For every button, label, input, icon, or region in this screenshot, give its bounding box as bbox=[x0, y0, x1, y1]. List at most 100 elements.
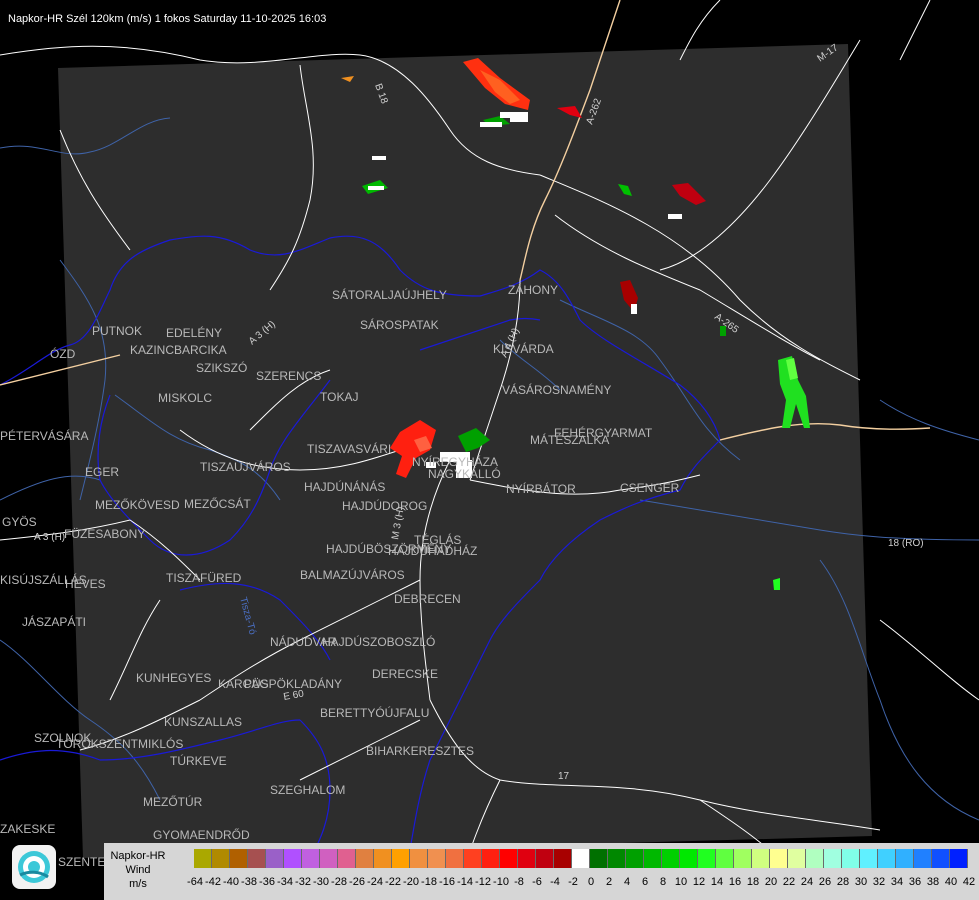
legend-swatch bbox=[500, 849, 518, 868]
legend-tick-label: -42 bbox=[205, 876, 221, 888]
legend-swatch bbox=[770, 849, 788, 868]
legend-title-line2: Wind bbox=[125, 864, 151, 876]
legend-swatch bbox=[536, 849, 554, 868]
road-label: 18 (RO) bbox=[888, 538, 924, 549]
city-label: HAJDÚDOROG bbox=[342, 498, 427, 513]
legend-tick-label: 16 bbox=[728, 876, 742, 888]
city-label: TISZAVASVÁRI bbox=[307, 441, 391, 456]
legend-swatch bbox=[914, 849, 932, 868]
city-label: MISKOLC bbox=[158, 391, 212, 405]
road-label: A 3 (H) bbox=[34, 532, 65, 543]
napkor-logo-icon bbox=[12, 845, 56, 889]
legend-swatches bbox=[194, 849, 968, 868]
legend-tick-label: 4 bbox=[623, 876, 631, 888]
city-label: DERECSKE bbox=[372, 667, 438, 681]
legend-tick-label: 42 bbox=[962, 876, 976, 888]
legend-swatch bbox=[716, 849, 734, 868]
legend-swatch bbox=[410, 849, 428, 868]
city-label: TÚRKEVE bbox=[170, 753, 227, 768]
legend-swatch bbox=[554, 849, 572, 868]
legend-swatch bbox=[572, 849, 590, 868]
legend-title-line1: Napkor-HR bbox=[110, 850, 166, 862]
city-label: TISZAFÜRED bbox=[166, 571, 242, 585]
legend-tick-label: -28 bbox=[331, 876, 347, 888]
legend-swatch bbox=[878, 849, 896, 868]
legend-swatch bbox=[950, 849, 968, 868]
legend-swatch bbox=[464, 849, 482, 868]
legend-swatch bbox=[698, 849, 716, 868]
city-label: TÉGLÁS bbox=[414, 532, 461, 547]
city-label: PÉTERVÁSÁRA bbox=[0, 428, 88, 443]
legend-swatch bbox=[284, 849, 302, 868]
city-label: GYÖS bbox=[2, 515, 37, 529]
city-label: MEZŐTÚR bbox=[143, 794, 203, 809]
city-label: KUNSZALLAS bbox=[164, 715, 242, 729]
legend-swatch bbox=[752, 849, 770, 868]
legend-tick-label: -38 bbox=[241, 876, 257, 888]
city-label: ZAKESKE bbox=[0, 822, 55, 836]
legend-tick-label: -18 bbox=[421, 876, 437, 888]
legend-tick-label: 28 bbox=[836, 876, 850, 888]
city-label: BALMAZÚJVÁROS bbox=[300, 567, 405, 582]
city-label: SZERENCS bbox=[256, 369, 321, 383]
city-label: VÁSÁROSNAMÉNY bbox=[502, 382, 611, 397]
city-label: HAJDÚSZOBOSZLÓ bbox=[322, 634, 435, 649]
legend-swatch bbox=[230, 849, 248, 868]
legend-tick-label: 0 bbox=[587, 876, 595, 888]
legend-swatch bbox=[518, 849, 536, 868]
legend-tick-label: -26 bbox=[349, 876, 365, 888]
legend-swatch bbox=[806, 849, 824, 868]
city-label: MEZŐKÖVESD bbox=[95, 497, 180, 512]
legend-tick-label: -14 bbox=[457, 876, 473, 888]
legend-swatch bbox=[590, 849, 608, 868]
legend-tick-label: 12 bbox=[692, 876, 706, 888]
color-legend: Napkor-HR Wind m/s -64 -42 -40 -38 -36 -34 -32… bbox=[104, 843, 979, 900]
legend-swatch bbox=[320, 849, 338, 868]
legend-tick-label: -40 bbox=[223, 876, 239, 888]
legend-tick-label: -4 bbox=[550, 876, 560, 888]
legend-title: Napkor-HR Wind m/s bbox=[108, 849, 168, 891]
city-label: EDELÉNY bbox=[166, 325, 222, 340]
legend-tick-label: -12 bbox=[475, 876, 491, 888]
city-label: EGER bbox=[85, 465, 119, 479]
legend-tick-label: -16 bbox=[439, 876, 455, 888]
city-label: PÜSPÖKLADÁNY bbox=[244, 676, 342, 691]
city-label: SÁROSPATAK bbox=[360, 317, 439, 332]
city-label: HAJDÚNÁNÁS bbox=[304, 479, 385, 494]
city-label: KISÚJSZÁLLÁS bbox=[0, 572, 87, 587]
legend-swatch bbox=[248, 849, 266, 868]
city-label: CSENGER bbox=[620, 481, 680, 495]
legend-tick-label: -22 bbox=[385, 876, 401, 888]
city-label: JÁSZAPÁTI bbox=[22, 614, 86, 629]
legend-tick-label: -32 bbox=[295, 876, 311, 888]
legend-tick-label: -6 bbox=[532, 876, 542, 888]
legend-tick-label: -24 bbox=[367, 876, 383, 888]
legend-swatch bbox=[788, 849, 806, 868]
legend-swatch bbox=[482, 849, 500, 868]
legend-tick-label: 6 bbox=[641, 876, 649, 888]
legend-tick-label: 14 bbox=[710, 876, 724, 888]
legend-ticks: -64 -42 -40 -38 -36 -34 -32 -30 -28 -26 -24 -22 -20-… bbox=[186, 876, 978, 890]
city-label: SÁTORALJAÚJHELY bbox=[332, 287, 447, 302]
legend-swatch bbox=[446, 849, 464, 868]
legend-unit: m/s bbox=[129, 878, 147, 890]
legend-swatch bbox=[644, 849, 662, 868]
legend-tick-label: -10 bbox=[493, 876, 509, 888]
legend-tick-label: 24 bbox=[800, 876, 814, 888]
legend-swatch bbox=[662, 849, 680, 868]
legend-tick-label: -8 bbox=[514, 876, 524, 888]
legend-tick-label: 20 bbox=[764, 876, 778, 888]
city-label: KUNHEGYES bbox=[136, 671, 211, 685]
legend-swatch bbox=[680, 849, 698, 868]
city-label: MÁTÉSZALKA bbox=[530, 432, 609, 447]
legend-swatch bbox=[212, 849, 230, 868]
radar-map: SÁTORALJAÚJHELY SÁROSPATAK ZÁHONY KISVÁR… bbox=[0, 0, 979, 900]
legend-swatch bbox=[356, 849, 374, 868]
legend-swatch bbox=[338, 849, 356, 868]
legend-tick-label: 10 bbox=[674, 876, 688, 888]
city-label: SZIKSZÓ bbox=[196, 360, 247, 375]
city-label: ZÁHONY bbox=[508, 282, 558, 297]
road-label: 17 bbox=[558, 771, 570, 782]
city-label: PUTNOK bbox=[92, 324, 142, 338]
legend-swatch bbox=[842, 849, 860, 868]
